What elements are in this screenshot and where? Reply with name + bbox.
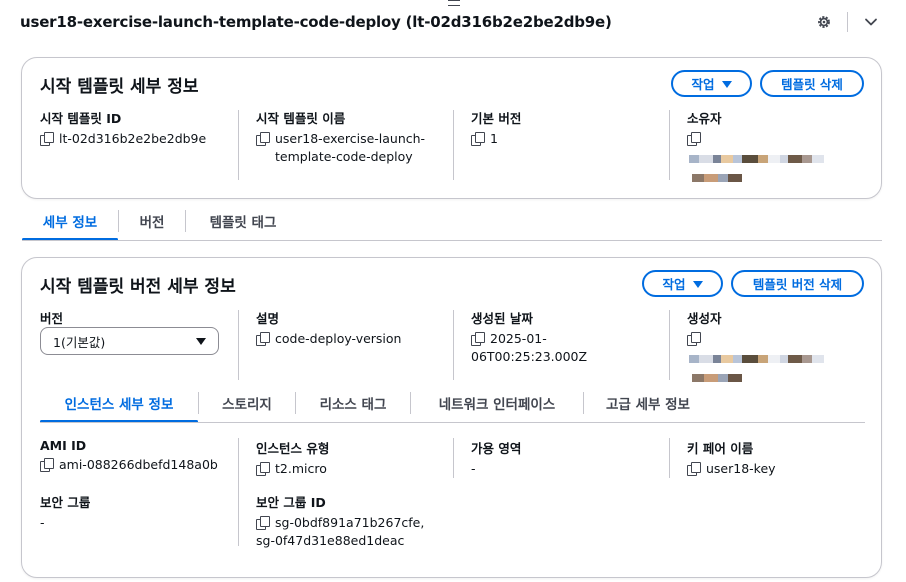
description-field: 설명 code-deploy-version <box>256 308 451 348</box>
security-group-id-field: 보안 그룹 ID sg-0bdf891a71b267cfe, sg-0f47d3… <box>256 492 456 550</box>
detail-tabs: 세부 정보 버전 템플릿 태그 <box>22 202 300 241</box>
column-divider <box>238 438 239 546</box>
header-actions <box>813 11 882 33</box>
copy-icon[interactable] <box>256 462 270 476</box>
template-name-field: 시작 템플릿 이름 user18-exercise-launch-templat… <box>256 108 451 166</box>
ami-id-value: ami-088266dbefd148a0b <box>59 457 218 472</box>
tab-instance-details[interactable]: 인스턴스 세부 정보 <box>40 384 198 423</box>
copy-icon[interactable] <box>40 458 54 472</box>
column-divider <box>669 438 670 478</box>
delete-version-button[interactable]: 템플릿 버전 삭제 <box>731 270 864 297</box>
actions-label: 작업 <box>691 77 715 92</box>
page-title: user18-exercise-launch-template-code-dep… <box>20 13 612 31</box>
copy-icon[interactable] <box>256 516 270 530</box>
key-pair-field: 키 페어 이름 user18-key <box>687 438 867 478</box>
page-header: user18-exercise-launch-template-code-dep… <box>20 11 882 35</box>
template-id-value: lt-02d316b2e2be2db9e <box>59 131 207 146</box>
tabs-baseline <box>22 240 882 241</box>
column-divider <box>453 110 454 180</box>
created-date-field: 생성된 날짜 2025-01- 06T00:25:23.000Z <box>471 308 651 366</box>
caret-down-icon <box>692 280 703 288</box>
copy-icon[interactable] <box>471 132 485 146</box>
template-name-value: user18-exercise-launch-template-code-dep… <box>275 131 426 164</box>
field-label: 생성된 날짜 <box>471 311 533 326</box>
field-label: 설명 <box>256 311 280 326</box>
default-version-field: 기본 버전 1 <box>471 108 651 148</box>
drag-handle[interactable] <box>448 0 460 6</box>
created-date-value-cont: 06T00:25:23.000Z <box>471 349 588 364</box>
field-label: 보안 그룹 ID <box>256 495 326 510</box>
column-divider <box>238 110 239 180</box>
redacted-creator <box>689 348 861 363</box>
copy-icon[interactable] <box>256 132 270 146</box>
tab-details[interactable]: 세부 정보 <box>22 202 118 241</box>
column-divider <box>453 310 454 380</box>
column-divider <box>453 438 454 478</box>
version-details-card: 시작 템플릿 버전 세부 정보 작업 템플릿 버전 삭제 버전 1(기본값) 설… <box>21 257 882 578</box>
field-label: 생성자 <box>687 311 722 326</box>
version-select[interactable]: 1(기본값) <box>40 327 219 355</box>
tab-resource-tags[interactable]: 리소스 태그 <box>296 384 410 422</box>
security-group-field: 보안 그룹 - <box>40 492 230 532</box>
copy-icon[interactable] <box>687 462 701 476</box>
field-label: 시작 템플릿 ID <box>40 111 122 126</box>
description-value: code-deploy-version <box>275 331 402 346</box>
launch-template-details-card: 시작 템플릿 세부 정보 작업 템플릿 삭제 시작 템플릿 ID lt-02d3… <box>21 57 882 199</box>
instance-type-field: 인스턴스 유형 t2.micro <box>256 438 451 478</box>
tab-storage[interactable]: 스토리지 <box>199 384 295 422</box>
delete-template-button[interactable]: 템플릿 삭제 <box>760 70 864 97</box>
availability-zone-value: - <box>471 461 476 476</box>
redacted-owner <box>689 148 861 163</box>
tab-template-tags[interactable]: 템플릿 태그 <box>186 202 300 240</box>
key-pair-value: user18-key <box>706 461 776 476</box>
created-date-value: 2025-01- <box>490 331 547 346</box>
copy-icon[interactable] <box>256 332 270 346</box>
redacted-owner <box>692 167 748 182</box>
version-actions-button[interactable]: 작업 <box>642 270 723 297</box>
default-version-value: 1 <box>490 131 498 146</box>
column-divider <box>669 110 670 180</box>
field-label: 가용 영역 <box>471 441 522 456</box>
copy-icon[interactable] <box>40 132 54 146</box>
version-select-value: 1(기본값) <box>53 334 106 350</box>
field-label: 소유자 <box>687 111 722 126</box>
owner-field: 소유자 <box>687 108 867 146</box>
actions-label: 작업 <box>662 277 686 292</box>
field-label: 보안 그룹 <box>40 495 91 510</box>
ami-id-field: AMI ID ami-088266dbefd148a0b <box>40 438 240 474</box>
field-label: 인스턴스 유형 <box>256 441 330 456</box>
template-id-field: 시작 템플릿 ID lt-02d316b2e2be2db9e <box>40 108 240 148</box>
security-group-id-value: sg-0bdf891a71b267cfe, <box>275 515 425 530</box>
card-title: 시작 템플릿 버전 세부 정보 <box>40 277 236 297</box>
caret-down-icon <box>196 338 206 345</box>
field-label: 버전 <box>40 311 64 326</box>
version-tabs: 인스턴스 세부 정보 스토리지 리소스 태그 네트워크 인터페이스 고급 세부 … <box>40 384 712 423</box>
instance-type-value: t2.micro <box>275 461 327 476</box>
availability-zone-field: 가용 영역 - <box>471 438 651 478</box>
tabs-baseline <box>40 422 865 423</box>
tab-versions[interactable]: 버전 <box>119 202 185 240</box>
gear-icon[interactable] <box>813 11 835 33</box>
field-label: 시작 템플릿 이름 <box>256 111 346 126</box>
field-label: 키 페어 이름 <box>687 441 754 456</box>
header-divider <box>847 12 848 32</box>
copy-icon[interactable] <box>471 332 485 346</box>
redacted-creator <box>692 367 748 382</box>
actions-button[interactable]: 작업 <box>671 70 752 97</box>
copy-icon[interactable] <box>687 332 701 346</box>
caret-down-icon <box>721 80 732 88</box>
column-divider <box>238 310 239 380</box>
copy-icon[interactable] <box>687 132 701 146</box>
chevron-down-icon[interactable] <box>860 11 882 33</box>
field-label: AMI ID <box>40 438 87 453</box>
field-label: 기본 버전 <box>471 111 522 126</box>
security-group-value: - <box>40 515 45 530</box>
creator-field: 생성자 <box>687 308 867 346</box>
card-title: 시작 템플릿 세부 정보 <box>40 77 199 97</box>
tab-network-interfaces[interactable]: 네트워크 인터페이스 <box>411 384 583 422</box>
column-divider <box>669 310 670 380</box>
security-group-id-value: sg-0f47d31e88ed1deac <box>256 533 405 548</box>
tab-advanced-details[interactable]: 고급 세부 정보 <box>584 384 712 422</box>
